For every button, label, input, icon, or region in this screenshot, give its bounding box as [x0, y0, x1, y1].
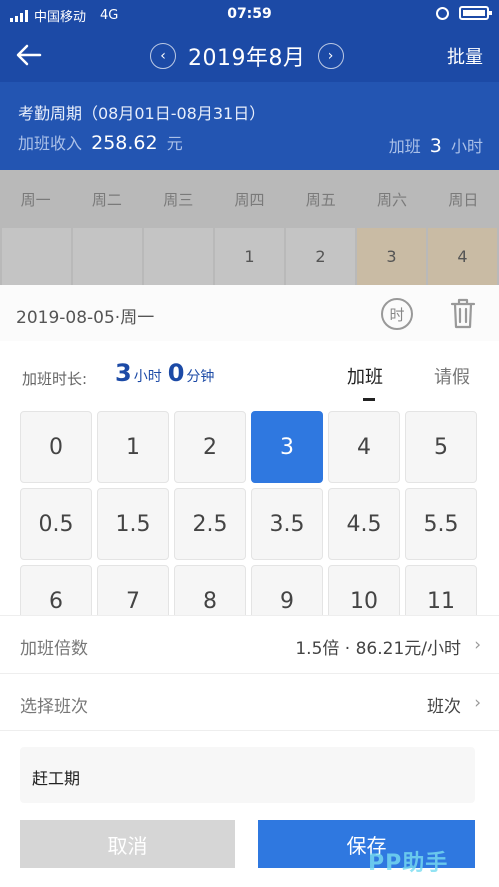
clock: 07:59	[227, 6, 272, 22]
calendar-day[interactable]: 1	[215, 228, 284, 285]
hour-option[interactable]: 2	[174, 411, 246, 483]
batch-button[interactable]: 批量	[447, 43, 483, 69]
calendar-day-weekend[interactable]: 4	[428, 228, 497, 285]
hour-option[interactable]: 5	[405, 411, 477, 483]
overtime-total-label: 加班	[388, 137, 421, 156]
hour-option[interactable]: 1	[97, 411, 169, 483]
select-shift-label: 选择班次	[20, 697, 88, 717]
weekday-label: 周三	[163, 190, 194, 209]
duration-value: 3 小时 0 分钟	[115, 359, 220, 387]
rate-label: 加班倍数	[20, 639, 88, 659]
calendar-day-empty	[2, 228, 71, 285]
status-bar: 中国移动 4G 07:59	[0, 0, 499, 30]
tab-leave[interactable]: 请假	[434, 363, 470, 389]
weekday-label: 周四	[234, 190, 265, 209]
cancel-button[interactable]: 取消	[20, 820, 235, 868]
note-field[interactable]: 赶工期	[20, 747, 475, 803]
income-unit: 元	[166, 134, 183, 153]
alarm-icon	[436, 6, 449, 20]
hours-unit: 小时	[133, 369, 162, 385]
calendar-day-empty	[144, 228, 213, 285]
hour-option[interactable]: 6	[20, 565, 92, 615]
selected-date-row: 2019-08-05·周一 时	[0, 285, 499, 341]
weekday-label: 周六	[377, 190, 408, 209]
income-label: 加班收入	[18, 134, 83, 153]
overtime-income: 加班收入 258.62 元	[18, 130, 183, 154]
hour-option[interactable]: 5.5	[405, 488, 477, 560]
weekday-label: 周二	[91, 190, 122, 209]
shift-icon-label: 时	[389, 305, 405, 324]
tab-overtime[interactable]: 加班	[347, 363, 383, 401]
weekday-label: 周日	[448, 190, 479, 209]
hour-option[interactable]: 9	[251, 565, 323, 615]
hour-option[interactable]: 4.5	[328, 488, 400, 560]
shift-clock-icon[interactable]: 时	[381, 298, 413, 330]
battery-icon	[459, 6, 492, 20]
hour-option[interactable]: 7	[97, 565, 169, 615]
hour-option-selected[interactable]: 3	[251, 411, 323, 483]
watermark: PP助手	[368, 851, 449, 876]
chevron-right-icon: ›	[474, 693, 481, 713]
attendance-cycle: 考勤周期（08月01日-08月31日）	[18, 104, 266, 123]
duration-label: 加班时长:	[22, 370, 88, 388]
header: ‹ 2019年8月 › 批量	[0, 30, 499, 82]
calendar-week-row: 1 2 3 4	[0, 228, 499, 285]
chevron-right-icon: ›	[327, 48, 334, 64]
calendar-day-weekend[interactable]: 3	[357, 228, 426, 285]
duration-minutes: 0	[167, 359, 185, 387]
hour-option-grid: 0 1 2 3 4 5 0.5 1.5 2.5 3.5 4.5 5.5 6 7 …	[20, 411, 480, 615]
calendar: 周一 周二 周三 周四 周五 周六 周日 1 2 3 4	[0, 170, 499, 285]
prev-month-button[interactable]: ‹	[150, 43, 176, 69]
hour-option[interactable]: 0	[20, 411, 92, 483]
select-shift-value: 班次	[427, 697, 461, 717]
select-shift-row[interactable]: 选择班次 班次 ›	[0, 673, 499, 731]
overtime-total-value: 3	[429, 135, 442, 157]
minutes-unit: 分钟	[186, 369, 215, 385]
back-arrow-icon	[16, 44, 42, 66]
overtime-total-unit: 小时	[450, 137, 483, 156]
back-button[interactable]	[14, 40, 48, 70]
overtime-total: 加班 3 小时	[389, 133, 483, 157]
trash-icon	[450, 298, 476, 329]
attendance-summary: 考勤周期（08月01日-08月31日） 加班收入 258.62 元 加班 3 小…	[0, 82, 499, 170]
selected-date: 2019-08-05·周一	[16, 308, 155, 328]
weekday-label: 周一	[20, 190, 51, 209]
chevron-left-icon: ‹	[160, 48, 166, 64]
overtime-sheet: 2019-08-05·周一 时 加班时长: 3 小时 0 分钟 加班 请假 0 1 2…	[0, 285, 499, 887]
month-navigator: ‹ 2019年8月 ›	[150, 40, 344, 72]
hour-option[interactable]: 10	[328, 565, 400, 615]
chevron-right-icon: ›	[474, 635, 481, 655]
month-title: 2019年8月	[188, 46, 306, 71]
hour-option[interactable]: 8	[174, 565, 246, 615]
hour-option[interactable]: 0.5	[20, 488, 92, 560]
hour-option[interactable]: 1.5	[97, 488, 169, 560]
next-month-button[interactable]: ›	[317, 43, 344, 69]
calendar-day-empty	[73, 228, 142, 285]
hour-option[interactable]: 4	[328, 411, 400, 483]
duration-hours: 3	[115, 359, 132, 387]
hour-option[interactable]: 3.5	[251, 488, 323, 560]
income-value: 258.62	[91, 132, 158, 154]
delete-button[interactable]	[449, 297, 477, 329]
rate-value: 1.5倍 · 86.21元/小时	[295, 639, 461, 659]
weekday-label: 周五	[305, 190, 336, 209]
hour-option[interactable]: 11	[405, 565, 477, 615]
calendar-day[interactable]: 2	[286, 228, 355, 285]
hour-option[interactable]: 2.5	[174, 488, 246, 560]
weekday-header: 周一 周二 周三 周四 周五 周六 周日	[0, 170, 499, 228]
duration-row: 加班时长: 3 小时 0 分钟 加班 请假	[0, 345, 499, 405]
overtime-rate-row[interactable]: 加班倍数 1.5倍 · 86.21元/小时 ›	[0, 615, 499, 673]
